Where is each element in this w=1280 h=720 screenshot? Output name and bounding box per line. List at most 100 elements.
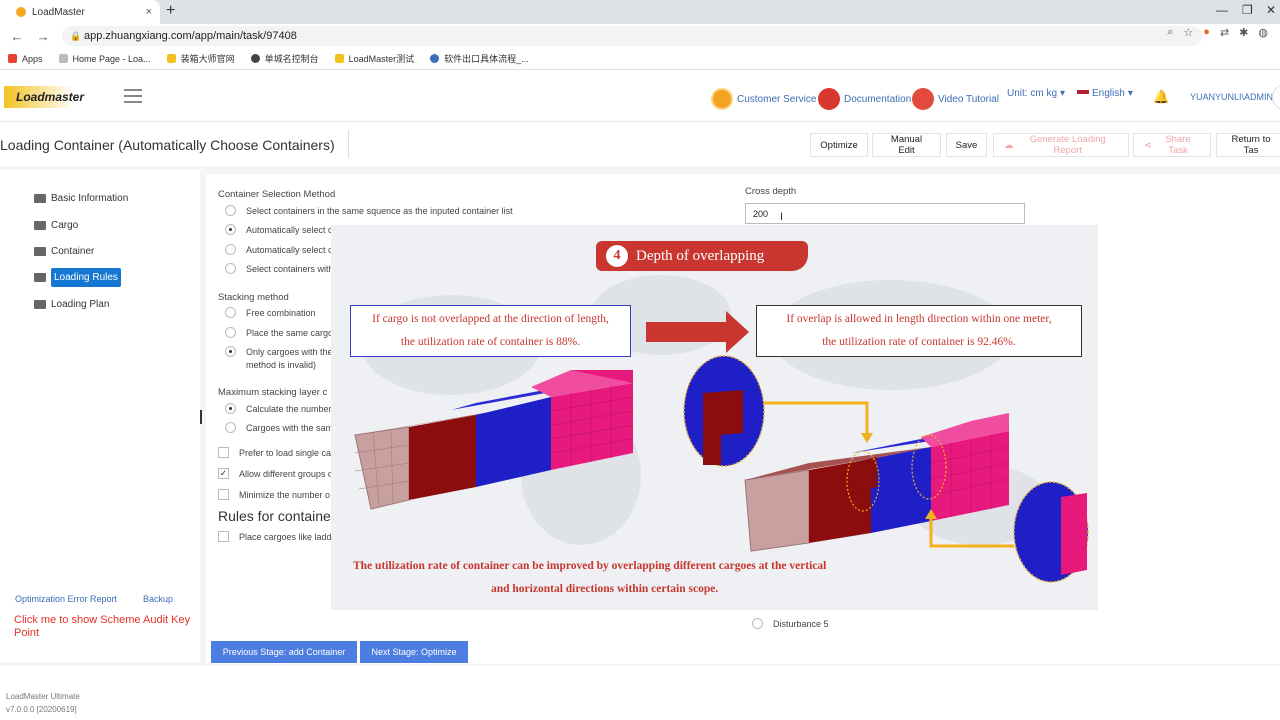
backup-link[interactable]: Backup xyxy=(143,594,173,604)
radio-button-selected[interactable] xyxy=(225,403,236,414)
checkbox-checked[interactable]: ✓ xyxy=(218,468,229,479)
radio-button[interactable] xyxy=(225,205,236,216)
bookmark-label: 装箱大师官网 xyxy=(180,54,235,64)
sidebar-item-basic-information[interactable]: Basic Information xyxy=(34,188,128,208)
radio-button[interactable] xyxy=(225,263,236,274)
radio-button-selected[interactable] xyxy=(225,346,236,357)
container-option-1[interactable]: Select containers in the same squence as… xyxy=(225,205,513,216)
optimize-button[interactable]: Optimize xyxy=(810,133,868,157)
cross-depth-label: Cross depth xyxy=(745,186,797,197)
sidebar-item-label: Basic Information xyxy=(51,192,129,204)
puzzle-icon[interactable]: ✱ xyxy=(1239,26,1248,39)
generate-loading-report-button[interactable]: ☁ Generate Loading Report xyxy=(993,133,1129,157)
sync-icon[interactable]: ⇄ xyxy=(1220,26,1229,39)
bookmark-console[interactable]: 单城名控制台 xyxy=(250,52,319,65)
apps-grid-icon xyxy=(8,54,17,63)
sidebar-item-loading-rules[interactable]: Loading Rules xyxy=(34,267,121,287)
checkbox[interactable] xyxy=(218,489,229,500)
avatar[interactable] xyxy=(1272,84,1280,110)
bookmark-star-icon[interactable]: ☆ xyxy=(1183,26,1193,39)
bookmark-export-process[interactable]: 软件出口具体流程_... xyxy=(430,52,529,65)
checkbox[interactable] xyxy=(218,531,229,542)
option-label: Only cargoes with the xyxy=(246,346,333,357)
next-stage-button[interactable]: Next Stage: Optimize xyxy=(360,641,468,663)
zoom-search-icon[interactable]: ⌕ xyxy=(1167,26,1173,39)
max-stack-option-1[interactable]: Calculate the number xyxy=(225,403,332,414)
globe-icon xyxy=(250,54,260,63)
sidebar-item-loading-plan[interactable]: Loading Plan xyxy=(34,294,109,314)
close-tab-icon[interactable]: × xyxy=(146,6,152,18)
disturbance-option[interactable]: Disturbance 5 xyxy=(752,618,829,629)
container-option-4[interactable]: Select containers with xyxy=(225,263,334,274)
checkbox[interactable] xyxy=(218,447,229,458)
no-overlap-line-1: If cargo is not overlapped at the direct… xyxy=(372,313,609,325)
window-close-icon[interactable]: ✕ xyxy=(1266,3,1276,17)
user-name[interactable]: YUANYUNLI\ADMIN xyxy=(1190,92,1273,102)
container-option-3[interactable]: Automatically select c xyxy=(225,244,333,255)
bookmark-loadmaster-test[interactable]: LoadMaster测试 xyxy=(334,52,414,65)
documentation-link[interactable]: Documentation xyxy=(818,88,911,110)
customer-service-link[interactable]: Customer Service xyxy=(711,88,816,110)
maximize-icon[interactable]: ❐ xyxy=(1242,3,1253,17)
sidebar-item-cargo[interactable]: Cargo xyxy=(34,215,78,235)
zoom-circle-top xyxy=(683,355,765,467)
sidebar-resize-handle[interactable] xyxy=(200,410,202,424)
radio-button[interactable] xyxy=(225,244,236,255)
radio-button[interactable] xyxy=(225,327,236,338)
stacking-option-3[interactable]: Only cargoes with the xyxy=(225,346,333,357)
radio-button-selected[interactable] xyxy=(225,224,236,235)
gear-icon xyxy=(430,54,440,63)
loadmaster-logo[interactable]: Loadmaster xyxy=(4,86,104,108)
extension-icon[interactable]: ● xyxy=(1203,26,1210,39)
unit-label: Unit: cm kg xyxy=(1007,88,1058,99)
checkbox-allow-different-groups[interactable]: ✓ Allow different groups o xyxy=(218,468,333,479)
stacking-option-2[interactable]: Place the same cargo xyxy=(225,327,333,338)
summary-line-1: The utilization rate of container can be… xyxy=(353,560,827,572)
forward-icon[interactable]: → xyxy=(34,29,52,44)
radio-button[interactable] xyxy=(752,618,763,629)
customer-service-icon xyxy=(711,88,733,110)
optimization-error-report-link[interactable]: Optimization Error Report xyxy=(15,594,117,604)
unit-dropdown[interactable]: Unit: cm kg ▾ xyxy=(1007,88,1065,99)
bookmark-apps[interactable]: Apps xyxy=(8,54,43,64)
radio-button[interactable] xyxy=(225,422,236,433)
previous-stage-button[interactable]: Previous Stage: add Container xyxy=(211,641,357,663)
scheme-audit-link[interactable]: Click me to show Scheme Audit Key Point xyxy=(14,614,204,640)
radio-button[interactable] xyxy=(225,307,236,318)
profile-icon[interactable]: ◍ xyxy=(1258,26,1268,39)
max-stack-option-2[interactable]: Cargoes with the sam xyxy=(225,422,333,433)
footer: LoadMaster Ultimate v7.0.0.0 [20200619] xyxy=(0,666,1280,720)
checkbox-ladder[interactable]: Place cargoes like ladd xyxy=(218,531,332,542)
share-task-button[interactable]: ⋖ Share Task xyxy=(1133,133,1211,157)
sidebar-item-label: Loading Plan xyxy=(51,298,110,310)
menu-toggle-icon[interactable] xyxy=(124,89,142,103)
documentation-label: Documentation xyxy=(844,93,912,105)
url-text: app.zhuangxiang.com/app/main/task/97408 xyxy=(84,30,297,42)
language-dropdown[interactable]: English ▾ xyxy=(1077,88,1133,99)
sidebar-item-container[interactable]: Container xyxy=(34,241,94,261)
bookmark-official-site[interactable]: 装箱大师官网 xyxy=(166,52,235,65)
back-icon[interactable]: ← xyxy=(8,29,26,44)
cross-depth-input[interactable] xyxy=(745,203,1025,224)
save-button[interactable]: Save xyxy=(946,133,987,157)
checkbox-prefer-single[interactable]: Prefer to load single ca xyxy=(218,447,331,458)
video-tutorial-link[interactable]: Video Tutorial xyxy=(912,88,999,110)
return-to-task-button[interactable]: Return to Tas xyxy=(1216,133,1280,157)
folder-icon xyxy=(34,193,46,203)
minimize-icon[interactable]: — xyxy=(1216,3,1228,17)
option-label: Place the same cargo xyxy=(246,327,334,338)
bookmark-home-page[interactable]: Home Page - Loa... xyxy=(58,54,151,64)
manual-edit-button[interactable]: Manual Edit xyxy=(872,133,941,157)
overlap-allowed-box: If overlap is allowed in length directio… xyxy=(756,305,1082,357)
browser-tab[interactable]: LoadMaster × xyxy=(0,0,160,24)
folder-icon xyxy=(34,272,46,282)
stacking-option-1[interactable]: Free combination xyxy=(225,307,316,318)
checkbox-label: Minimize the number o xyxy=(239,489,331,500)
new-tab-icon[interactable]: + xyxy=(166,2,175,20)
notification-bell-icon[interactable]: 🔔 xyxy=(1153,89,1169,105)
url-omnibox[interactable]: 🔒 app.zhuangxiang.com/app/main/task/9740… xyxy=(62,26,1202,46)
container-option-2[interactable]: Automatically select c xyxy=(225,224,333,235)
loadmaster-favicon-icon xyxy=(16,7,26,17)
checkbox-minimize-number[interactable]: Minimize the number o xyxy=(218,489,330,500)
cargo-illustration xyxy=(354,275,1089,583)
